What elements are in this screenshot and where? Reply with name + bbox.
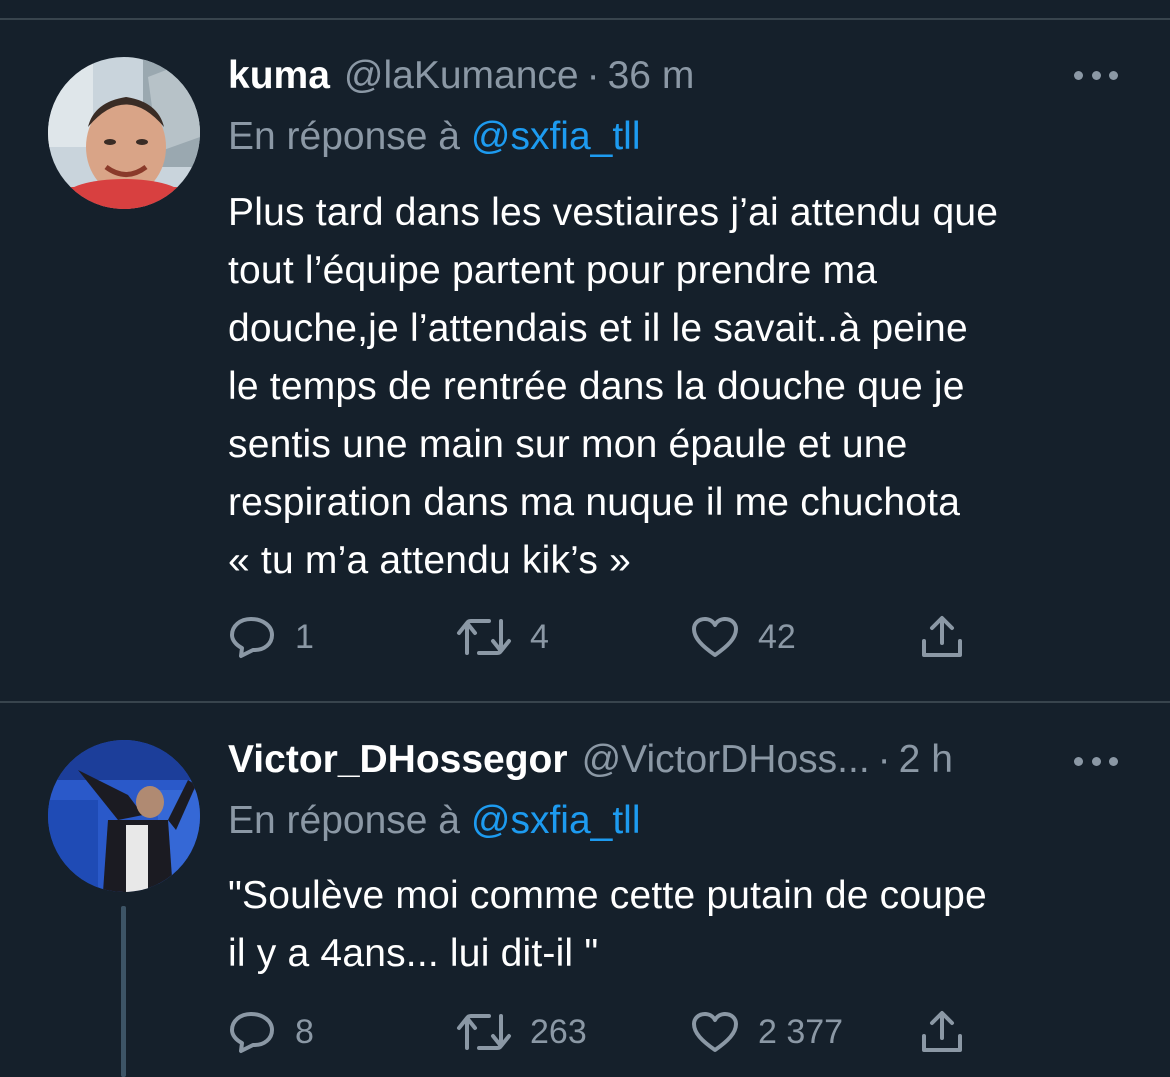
reply-button[interactable]: 8: [229, 1007, 314, 1057]
share-button[interactable]: [918, 1007, 966, 1057]
timestamp[interactable]: 36 m: [608, 51, 695, 101]
reply-prefix: En réponse à: [228, 115, 461, 158]
display-name[interactable]: kuma: [228, 51, 330, 101]
like-button[interactable]: 42: [690, 612, 796, 662]
separator-dot: ·: [586, 54, 600, 97]
tweet-header: Victor_DHossegor @VictorDHoss... · 2 h: [228, 735, 953, 785]
avatar-kuma[interactable]: [48, 57, 200, 209]
retweet-button[interactable]: 4: [456, 612, 549, 662]
avatar-victor[interactable]: [48, 740, 200, 892]
tweet-text: Plus tard dans les vestiaires j’ai atten…: [228, 191, 999, 582]
retweet-arrows-icon: [457, 619, 511, 655]
share-upload-icon: [922, 616, 962, 657]
display-name[interactable]: Victor_DHossegor: [228, 735, 568, 785]
reply-count: 8: [295, 1012, 314, 1051]
reply-mention-link[interactable]: @sxfia_tll: [471, 799, 641, 842]
reply-context: En réponse à @sxfia_tll: [228, 112, 641, 162]
more-icon[interactable]: [1074, 65, 1118, 85]
like-count: 2 377: [758, 1012, 844, 1051]
speech-bubble-icon: [230, 1012, 274, 1053]
retweet-button[interactable]: 263: [456, 1007, 587, 1057]
tweet-1[interactable]: kuma @laKumance · 36 m En réponse à @sxf…: [0, 0, 1170, 702]
like-count: 42: [758, 617, 796, 656]
tweet-2[interactable]: Victor_DHossegor @VictorDHoss... · 2 h E…: [0, 703, 1170, 1077]
retweet-count: 4: [530, 617, 549, 656]
retweet-arrows-icon: [457, 1014, 511, 1050]
speech-bubble-icon: [230, 617, 274, 658]
retweet-count: 263: [530, 1012, 587, 1051]
tweet-header: kuma @laKumance · 36 m: [228, 51, 694, 101]
avatar-photo: [48, 740, 200, 892]
like-button[interactable]: 2 377: [690, 1007, 843, 1057]
separator-dot: ·: [877, 738, 891, 781]
share-upload-icon: [922, 1011, 962, 1052]
heart-outline-icon: [692, 617, 738, 657]
user-handle[interactable]: @VictorDHoss...: [582, 735, 870, 785]
more-icon[interactable]: [1074, 751, 1118, 771]
reply-context: En réponse à @sxfia_tll: [228, 796, 641, 846]
reply-prefix: En réponse à: [228, 799, 461, 842]
reply-button[interactable]: 1: [229, 612, 314, 662]
share-button[interactable]: [918, 612, 966, 662]
heart-outline-icon: [692, 1012, 738, 1052]
tweet-text: "Soulève moi comme cette putain de coupe…: [228, 874, 987, 975]
user-handle[interactable]: @laKumance: [344, 51, 579, 101]
avatar-photo: [48, 57, 200, 209]
thread-line: [121, 906, 126, 1077]
reply-mention-link[interactable]: @sxfia_tll: [471, 115, 641, 158]
reply-count: 1: [295, 617, 314, 656]
timestamp[interactable]: 2 h: [899, 735, 953, 785]
